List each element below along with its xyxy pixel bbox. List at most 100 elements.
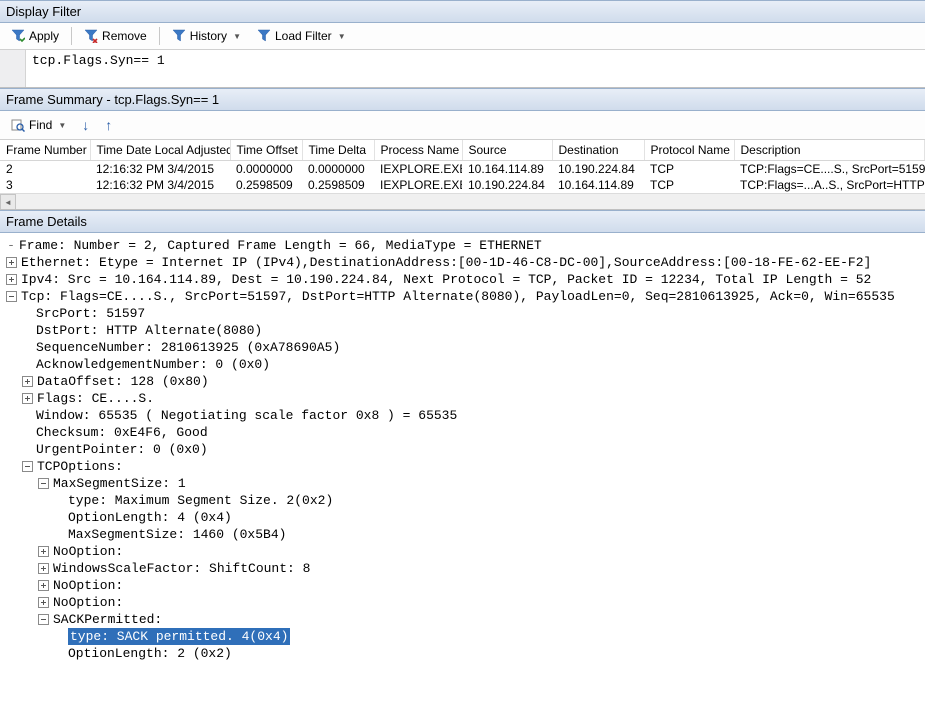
tree-label: Ethernet: Etype = Internet IP (IPv4),Des… [21,254,871,271]
arrow-down-icon: ↓ [82,117,89,133]
cell-source: 10.190.224.84 [462,177,552,193]
tree-expand-icon[interactable] [38,580,49,591]
cell-time-date: 12:16:32 PM 3/4/2015 [90,177,230,193]
col-time-delta[interactable]: Time Delta [302,140,374,161]
tree-node-mss-val[interactable]: MaxSegmentSize: 1460 (0x5B4) [2,526,923,543]
tree-collapse-icon[interactable] [38,478,49,489]
find-button[interactable]: Find ▼ [4,115,73,135]
display-filter-toolbar: Apply Remove History ▼ Load Filter ▼ [0,23,925,50]
load-filter-button[interactable]: Load Filter ▼ [250,26,353,46]
tree-expand-icon[interactable] [22,393,33,404]
tree-node-sackpermitted[interactable]: SACKPermitted: [2,611,923,628]
col-protocol-name[interactable]: Protocol Name [644,140,734,161]
tree-label-selected: type: SACK permitted. 4(0x4) [68,628,290,645]
tree-dash-icon: - [6,237,16,254]
cell-time-delta: 0.0000000 [302,161,374,178]
find-next-button[interactable]: ↓ [75,114,96,136]
tree-expand-icon[interactable] [38,597,49,608]
col-process-name[interactable]: Process Name [374,140,462,161]
remove-label: Remove [102,29,147,43]
tree-node-tcp[interactable]: Tcp: Flags=CE....S., SrcPort=51597, DstP… [2,288,923,305]
tree-expand-icon[interactable] [38,563,49,574]
tree-node-seqnum[interactable]: SequenceNumber: 2810613925 (0xA78690A5) [2,339,923,356]
col-time-date[interactable]: Time Date Local Adjusted [90,140,230,161]
tree-label: Checksum: 0xE4F6, Good [36,424,208,441]
tree-label: OptionLength: 4 (0x4) [68,509,232,526]
tree-node-sack-len[interactable]: OptionLength: 2 (0x2) [2,645,923,662]
tree-node-dataoffset[interactable]: DataOffset: 128 (0x80) [2,373,923,390]
dropdown-arrow-icon: ▼ [233,32,241,41]
tree-node-urgent[interactable]: UrgentPointer: 0 (0x0) [2,441,923,458]
dropdown-arrow-icon: ▼ [338,32,346,41]
tree-node-noop[interactable]: NoOption: [2,594,923,611]
tree-node-ipv4[interactable]: Ipv4: Src = 10.164.114.89, Dest = 10.190… [2,271,923,288]
tree-node-mss-type[interactable]: type: Maximum Segment Size. 2(0x2) [2,492,923,509]
tree-label: Ipv4: Src = 10.164.114.89, Dest = 10.190… [21,271,871,288]
tree-node-srcport[interactable]: SrcPort: 51597 [2,305,923,322]
tree-expand-icon[interactable] [38,546,49,557]
funnel-apply-icon [11,29,25,43]
tree-expand-icon[interactable] [6,257,17,268]
tree-label: Window: 65535 ( Negotiating scale factor… [36,407,457,424]
table-row[interactable]: 2 12:16:32 PM 3/4/2015 0.0000000 0.00000… [0,161,925,178]
tree-node-acknum[interactable]: AcknowledgementNumber: 0 (0x0) [2,356,923,373]
tree-collapse-icon[interactable] [22,461,33,472]
tree-label: NoOption: [53,543,123,560]
tree-label: NoOption: [53,594,123,611]
tree-collapse-icon[interactable] [38,614,49,625]
frame-details-header: Frame Details [0,210,925,233]
tree-node-mss-len[interactable]: OptionLength: 4 (0x4) [2,509,923,526]
scroll-left-icon[interactable]: ◄ [0,194,16,210]
col-frame-number[interactable]: Frame Number [0,140,90,161]
toolbar-separator [71,27,72,45]
tree-label: Flags: CE....S. [37,390,154,407]
tree-node-dstport[interactable]: DstPort: HTTP Alternate(8080) [2,322,923,339]
filter-expression-area: tcp.Flags.Syn== 1 [0,50,925,88]
tree-node-tcpoptions[interactable]: TCPOptions: [2,458,923,475]
tree-label: SequenceNumber: 2810613925 (0xA78690A5) [36,339,340,356]
tree-node-sack-type[interactable]: type: SACK permitted. 4(0x4) [2,628,923,645]
cell-frame-number: 3 [0,177,90,193]
history-button[interactable]: History ▼ [165,26,248,46]
filter-expression-input[interactable]: tcp.Flags.Syn== 1 [26,50,925,87]
tree-label: MaxSegmentSize: 1 [53,475,186,492]
cell-time-date: 12:16:32 PM 3/4/2015 [90,161,230,178]
apply-button[interactable]: Apply [4,26,66,46]
col-source[interactable]: Source [462,140,552,161]
tree-expand-icon[interactable] [22,376,33,387]
tree-label: Frame: Number = 2, Captured Frame Length… [19,237,542,254]
tree-node-noop[interactable]: NoOption: [2,543,923,560]
tree-node-window[interactable]: Window: 65535 ( Negotiating scale factor… [2,407,923,424]
tree-label: Tcp: Flags=CE....S., SrcPort=51597, DstP… [21,288,895,305]
remove-button[interactable]: Remove [77,26,154,46]
col-destination[interactable]: Destination [552,140,644,161]
tree-node-noop[interactable]: NoOption: [2,577,923,594]
arrow-up-icon: ↑ [105,117,112,133]
tree-node-flags[interactable]: Flags: CE....S. [2,390,923,407]
funnel-remove-icon [84,29,98,43]
tree-collapse-icon[interactable] [6,291,17,302]
find-prev-button[interactable]: ↑ [98,114,119,136]
cell-process-name: IEXPLORE.EXE [374,161,462,178]
tree-node-wsf[interactable]: WindowsScaleFactor: ShiftCount: 8 [2,560,923,577]
tree-node-checksum[interactable]: Checksum: 0xE4F6, Good [2,424,923,441]
col-time-offset[interactable]: Time Offset [230,140,302,161]
tree-expand-icon[interactable] [6,274,17,285]
tree-node-mss[interactable]: MaxSegmentSize: 1 [2,475,923,492]
toolbar-separator [159,27,160,45]
tree-label: AcknowledgementNumber: 0 (0x0) [36,356,270,373]
tree-label: OptionLength: 2 (0x2) [68,645,232,662]
tree-label: WindowsScaleFactor: ShiftCount: 8 [53,560,310,577]
funnel-history-icon [172,29,186,43]
dropdown-arrow-icon: ▼ [58,121,66,130]
horizontal-scrollbar[interactable]: ◄ [0,193,925,209]
tree-node-frame[interactable]: - Frame: Number = 2, Captured Frame Leng… [2,237,923,254]
tree-label: SrcPort: 51597 [36,305,145,322]
tree-label: MaxSegmentSize: 1460 (0x5B4) [68,526,286,543]
apply-label: Apply [29,29,59,43]
history-label: History [190,29,227,43]
frame-summary-table: Frame Number Time Date Local Adjusted Ti… [0,140,925,193]
tree-node-ethernet[interactable]: Ethernet: Etype = Internet IP (IPv4),Des… [2,254,923,271]
col-description[interactable]: Description [734,140,925,161]
table-row[interactable]: 3 12:16:32 PM 3/4/2015 0.2598509 0.25985… [0,177,925,193]
